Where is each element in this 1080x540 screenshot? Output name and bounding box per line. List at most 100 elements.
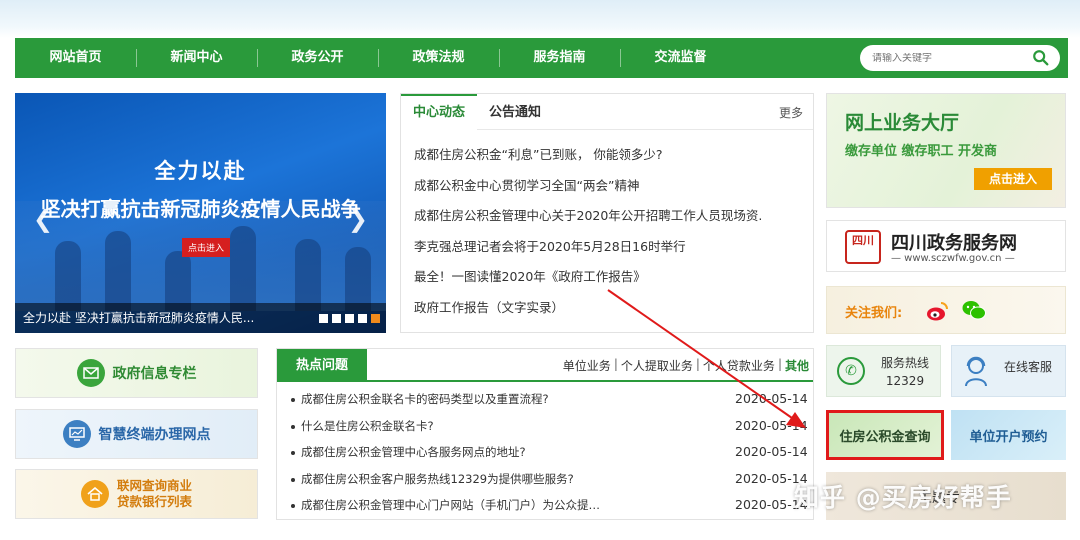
smart-terminal-link[interactable]: 智慧终端办理网点 bbox=[15, 409, 258, 459]
separator: | bbox=[695, 357, 700, 371]
separator: | bbox=[613, 357, 618, 371]
banner-figure bbox=[165, 251, 191, 311]
news-item[interactable]: 政府工作报告（文字实录） bbox=[414, 293, 813, 324]
hot-item-title[interactable]: 成都住房公积金联名卡的密码类型以及重置流程? bbox=[301, 386, 741, 413]
nav-news[interactable]: 新闻中心 bbox=[136, 38, 257, 78]
housing-fund-query-label: 住房公积金查询 bbox=[839, 430, 931, 445]
banner-figure bbox=[345, 247, 371, 311]
carousel-dot-active[interactable] bbox=[371, 314, 380, 323]
nav-service-guide[interactable]: 服务指南 bbox=[499, 38, 620, 78]
hall-title: 网上业务大厅 bbox=[845, 112, 960, 134]
hotline-number: 12329 bbox=[885, 374, 925, 388]
link-unit-business[interactable]: 单位业务 bbox=[563, 357, 611, 374]
monitor-icon bbox=[62, 420, 91, 448]
weibo-icon[interactable] bbox=[925, 300, 949, 322]
banner-subheadline: 坚决打赢抗击新冠肺炎疫情人民战争 bbox=[40, 197, 361, 221]
nav-policy[interactable]: 政策法规 bbox=[378, 38, 499, 78]
banner-carousel[interactable]: 全力以赴 坚决打赢抗击新冠肺炎疫情人民战争 点击进入 ❮ ❯ 全力以赴 坚决打赢… bbox=[15, 93, 386, 333]
news-tabs: 中心动态 公告通知 更多 bbox=[401, 94, 813, 130]
nav-gov-affairs[interactable]: 政务公开 bbox=[257, 38, 378, 78]
nav-supervision[interactable]: 交流监督 bbox=[620, 38, 741, 78]
tab-center-news[interactable]: 中心动态 bbox=[401, 94, 478, 130]
chevron-left-icon[interactable]: ❮ bbox=[33, 205, 53, 233]
follow-label: 关注我们: bbox=[845, 306, 903, 321]
separator: | bbox=[777, 357, 782, 371]
service-hotline[interactable]: ✆ 服务热线 12329 bbox=[826, 345, 941, 397]
link-personal-loan[interactable]: 个人贷款业务 bbox=[703, 357, 775, 374]
carousel-dot[interactable] bbox=[358, 314, 367, 323]
sc-url: — www.sczwfw.gov.cn — bbox=[891, 253, 1015, 264]
hot-issues-list: 成都住房公积金联名卡的密码类型以及重置流程? 2020-05-14 什么是住房公积… bbox=[277, 382, 813, 519]
gov-info-column-link[interactable]: 政府信息专栏 bbox=[15, 348, 258, 398]
phone-icon: ✆ bbox=[837, 357, 865, 385]
list-item[interactable]: 成都住房公积金联名卡的密码类型以及重置流程? 2020-05-14 bbox=[289, 386, 813, 413]
online-service-hall[interactable]: 网上业务大厅 缴存单位 缴存职工 开发商 点击进入 bbox=[826, 93, 1066, 208]
link-other[interactable]: 其他 bbox=[785, 357, 809, 374]
list-item[interactable]: 什么是住房公积金联名卡? 2020-05-14 bbox=[289, 413, 813, 440]
online-service-label: 在线客服 bbox=[1004, 360, 1053, 374]
news-panel: 中心动态 公告通知 更多 成都住房公积金“利息”已到账， 你能领多少? 成都公积… bbox=[400, 93, 814, 333]
news-item[interactable]: 最全！一图读懂2020年《政府工作报告》 bbox=[414, 262, 813, 293]
list-item[interactable]: 成都住房公积金客户服务热线12329为提供哪些服务? 2020-05-14 bbox=[289, 466, 813, 493]
tab-hot-issues[interactable]: 热点问题 bbox=[277, 349, 367, 382]
news-list: 成都住房公积金“利息”已到账， 你能领多少? 成都公积金中心贯彻学习全国“两会”… bbox=[401, 130, 813, 323]
carousel-dots bbox=[319, 314, 380, 323]
sichuan-logo-icon: 四川 bbox=[845, 230, 881, 264]
hot-item-title[interactable]: 成都住房公积金客户服务热线12329为提供哪些服务? bbox=[301, 466, 741, 493]
wechat-icon[interactable] bbox=[961, 299, 987, 321]
hot-item-date: 2020-05-14 bbox=[735, 444, 808, 459]
banner-figure bbox=[295, 239, 321, 311]
hot-item-title[interactable]: 成都住房公积金管理中心门户网站（手机门户）为公众提… bbox=[301, 492, 741, 519]
news-item[interactable]: 成都住房公积金“利息”已到账， 你能领多少? bbox=[414, 140, 813, 171]
mail-icon bbox=[76, 359, 105, 387]
chevron-right-icon[interactable]: ❯ bbox=[348, 205, 368, 233]
hotline-text: 服务热线 12329 bbox=[871, 354, 939, 390]
carousel-dot[interactable] bbox=[319, 314, 328, 323]
search-input[interactable] bbox=[872, 52, 1022, 64]
follow-us-bar: 关注我们: bbox=[826, 286, 1066, 334]
hot-item-title[interactable]: 什么是住房公积金联名卡? bbox=[301, 413, 741, 440]
hotline-label: 服务热线 bbox=[880, 356, 929, 370]
sc-title: 四川政务服务网 bbox=[891, 233, 1017, 254]
news-item[interactable]: 李克强总理记者会将于2020年5月28日16时举行 bbox=[414, 232, 813, 263]
hall-enter-button[interactable]: 点击进入 bbox=[974, 168, 1052, 190]
unit-account-label: 单位开户预约 bbox=[969, 430, 1048, 445]
home-icon bbox=[80, 480, 109, 508]
online-customer-service[interactable]: 在线客服 bbox=[951, 345, 1066, 397]
news-item[interactable]: 成都住房公积金管理中心关于2020年公开招聘工作人员现场资. bbox=[414, 201, 813, 232]
news-more-link[interactable]: 更多 bbox=[779, 104, 803, 121]
search-box bbox=[860, 45, 1060, 71]
hot-category-links: 单位业务 | 个人提取业务 | 个人贷款业务 | 其他 bbox=[563, 357, 809, 374]
bank-list-line1: 联网查询商业 bbox=[116, 478, 192, 493]
bank-list-line2: 贷款银行列表 bbox=[116, 494, 192, 509]
bank-list-label: 联网查询商业 贷款银行列表 bbox=[117, 478, 192, 510]
link-personal-withdrawal[interactable]: 个人提取业务 bbox=[621, 357, 693, 374]
banner-enter-button[interactable]: 点击进入 bbox=[182, 238, 231, 257]
hot-issues-panel: 热点问题 单位业务 | 个人提取业务 | 个人贷款业务 | 其他 成都住房公积金联名卡… bbox=[276, 348, 814, 520]
nav-home[interactable]: 网站首页 bbox=[15, 38, 136, 78]
search-icon[interactable] bbox=[1032, 49, 1050, 67]
tab-announcements[interactable]: 公告通知 bbox=[477, 94, 553, 130]
list-item[interactable]: 成都住房公积金管理中心各服务网点的地址? 2020-05-14 bbox=[289, 439, 813, 466]
carousel-dot[interactable] bbox=[332, 314, 341, 323]
smart-terminal-label: 智慧终端办理网点 bbox=[98, 427, 211, 443]
hot-item-title[interactable]: 成都住房公积金管理中心各服务网点的地址? bbox=[301, 439, 741, 466]
banner-figure bbox=[105, 231, 131, 311]
hot-item-date: 2020-05-14 bbox=[735, 391, 808, 406]
bank-list-link[interactable]: 联网查询商业 贷款银行列表 bbox=[15, 469, 258, 519]
top-background bbox=[0, 0, 1080, 38]
sichuan-gov-service-link[interactable]: 四川 四川政务服务网 — www.sczwfw.gov.cn — bbox=[826, 220, 1066, 272]
hot-issues-header: 热点问题 单位业务 | 个人提取业务 | 个人贷款业务 | 其他 bbox=[277, 349, 813, 382]
banner-figure bbox=[55, 241, 81, 311]
unit-account-appointment-button[interactable]: 单位开户预约 bbox=[951, 410, 1066, 460]
news-item[interactable]: 成都公积金中心贯彻学习全国“两会”精神 bbox=[414, 171, 813, 202]
watermark: 知乎 @买房好帮手 bbox=[794, 483, 1012, 512]
main-nav: 网站首页 新闻中心 政务公开 政策法规 服务指南 交流监督 bbox=[15, 38, 1068, 78]
carousel-dot[interactable] bbox=[345, 314, 354, 323]
list-item[interactable]: 成都住房公积金管理中心门户网站（手机门户）为公众提… 2020-05-14 bbox=[289, 492, 813, 519]
gov-info-label: 政府信息专栏 bbox=[112, 366, 197, 382]
housing-fund-query-button[interactable]: 住房公积金查询 bbox=[826, 410, 944, 460]
hot-item-date: 2020-05-14 bbox=[735, 417, 808, 433]
banner-headline: 全力以赴 bbox=[154, 158, 247, 183]
hall-subtitle: 缴存单位 缴存职工 开发商 bbox=[845, 144, 998, 159]
